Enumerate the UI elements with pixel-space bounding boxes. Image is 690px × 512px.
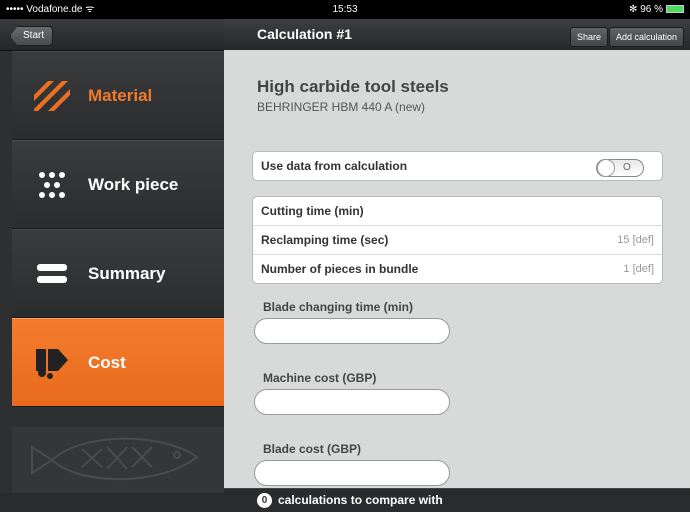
blade-cost-input[interactable] [254, 460, 450, 486]
param-row-pieces-in-bundle[interactable]: Number of pieces in bundle 1 [def] [253, 254, 662, 283]
sidebar-item-label: Cost [88, 352, 126, 372]
param-row-cutting-time[interactable]: Cutting time (min) [253, 197, 662, 225]
battery-label: ✻ 96 % [629, 4, 663, 15]
toggle-off-label: O [623, 162, 631, 173]
use-data-label: Use data from calculation [261, 159, 408, 173]
param-value: 15 [def] [617, 234, 654, 246]
sidebar-item-material[interactable]: Material [12, 51, 224, 140]
use-data-group: Use data from calculation O [252, 151, 663, 181]
cost-icon [32, 343, 72, 383]
compare-bar[interactable]: 0 calculations to compare with [224, 488, 690, 512]
fish-logo-area [12, 427, 224, 493]
use-data-toggle[interactable]: O [596, 159, 644, 177]
sidebar-nav-bar: Start [0, 19, 224, 51]
param-label: Number of pieces in bundle [261, 262, 419, 276]
param-value: 1 [def] [623, 263, 654, 275]
material-stripes-icon [32, 76, 72, 116]
battery-indicator: ✻ 96 % [629, 0, 684, 19]
page-title: Calculation #1 [257, 26, 352, 42]
main-content: High carbide tool steels BEHRINGER HBM 4… [224, 50, 690, 488]
compare-count-badge: 0 [257, 493, 272, 509]
machine-cost-input[interactable] [254, 389, 450, 415]
material-title: High carbide tool steels [257, 77, 449, 96]
blade-subtitle: BEHRINGER HBM 440 A (new) [257, 100, 426, 114]
compare-label: calculations to compare with [278, 493, 443, 507]
share-button[interactable]: Share [569, 27, 608, 47]
header-bar: Calculation #1 Share Add calculation [224, 19, 690, 51]
sidebar: Start Material Work piece Summary Cost [0, 19, 224, 511]
start-back-button[interactable]: Start [10, 26, 54, 46]
blade-changing-time-label: Blade changing time (min) [263, 300, 414, 314]
sidebar-item-cost[interactable]: Cost [12, 318, 224, 407]
sidebar-item-summary[interactable]: Summary [12, 229, 224, 318]
sidebar-item-label: Work piece [88, 174, 179, 194]
params-group: Cutting time (min) Reclamping time (sec)… [252, 196, 663, 284]
param-label: Cutting time (min) [261, 204, 364, 218]
param-label: Reclamping time (sec) [261, 233, 389, 247]
sidebar-item-label: Material [88, 85, 153, 105]
summary-bars-icon [32, 254, 72, 294]
toggle-knob [597, 159, 615, 177]
param-row-reclamping-time[interactable]: Reclamping time (sec) 15 [def] [253, 225, 662, 254]
work-piece-dots-icon [32, 165, 72, 205]
use-data-row: Use data from calculation O [253, 152, 662, 180]
add-calculation-button[interactable]: Add calculation [608, 27, 684, 47]
sidebar-bottom-strip [0, 493, 224, 511]
battery-icon [666, 5, 684, 14]
status-time: 15:53 [332, 4, 358, 15]
sidebar-item-label: Summary [88, 263, 166, 283]
status-bar: ••••• Vodafone.de ᯤ 15:53 ✻ 96 % [0, 0, 690, 19]
sidebar-item-work-piece[interactable]: Work piece [12, 140, 224, 229]
blade-changing-time-input[interactable] [254, 318, 450, 344]
machine-cost-label: Machine cost (GBP) [263, 371, 377, 385]
fish-icon [31, 437, 199, 481]
blade-cost-label: Blade cost (GBP) [263, 442, 362, 456]
